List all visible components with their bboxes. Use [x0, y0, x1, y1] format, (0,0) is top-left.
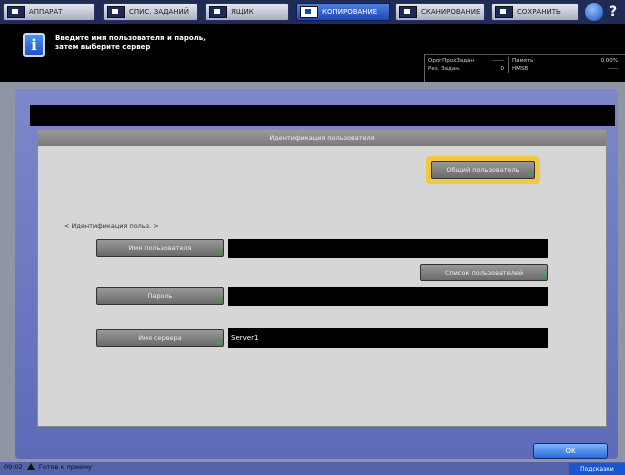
server-name-button[interactable]: Имя сервера: [96, 329, 224, 347]
title-bar: [30, 105, 615, 126]
footer-status: 09:02 Готов к приему: [4, 463, 92, 471]
password-button[interactable]: Пароль: [96, 287, 224, 305]
warning-icon: [26, 463, 35, 470]
memory-value: 0.00%: [600, 58, 618, 64]
status-panel: ОрогПрохЗадан ------ Память 0.00% Рез. З…: [424, 54, 625, 82]
help-icon[interactable]: ?: [609, 3, 621, 21]
message-line-2: затем выберите сервер: [55, 43, 151, 51]
panel-title: Идентификация пользователя: [38, 130, 606, 146]
box-icon: [209, 6, 227, 18]
hints-button[interactable]: Подсказки: [569, 463, 625, 475]
tab-store[interactable]: СОХРАНИТЬ: [491, 3, 579, 21]
tab-job-list[interactable]: СПИС. ЗАДАНИЙ: [103, 3, 198, 21]
globe-icon[interactable]: [585, 3, 603, 21]
machine-icon: [7, 6, 25, 18]
hdd-label: HMSB: [508, 65, 558, 73]
pending-jobs-value: ------: [492, 58, 504, 64]
job-list-icon: [107, 6, 125, 18]
tab-label: КОПИРОВАНИЕ: [322, 8, 378, 16]
copy-icon: [300, 6, 318, 18]
status-footer: [0, 462, 625, 475]
message-line-1: Введите имя пользователя и пароль,: [55, 34, 206, 42]
store-icon: [495, 6, 513, 18]
password-field[interactable]: [228, 287, 548, 306]
tab-label: ЯЩИК: [231, 8, 254, 16]
username-button[interactable]: Имя пользователя: [96, 239, 224, 257]
memory-label: Память: [508, 57, 558, 65]
ready-status: Готов к приему: [38, 463, 92, 471]
server-name-field[interactable]: Server1: [228, 328, 548, 348]
tab-label: СПИС. ЗАДАНИЙ: [129, 8, 189, 16]
tab-label: СОХРАНИТЬ: [517, 8, 561, 16]
status-row-1: ОрогПрохЗадан ------ Память 0.00%: [425, 55, 625, 65]
tab-scan[interactable]: СКАНИРОВАНИЕ: [395, 3, 485, 21]
tab-machine[interactable]: АППАРАТ: [3, 3, 95, 21]
username-field[interactable]: [228, 239, 548, 258]
status-row-2: Рез. Задан. 0 HMSB -----: [425, 65, 625, 73]
info-icon: i: [23, 33, 45, 57]
clock-time: 09:02: [4, 463, 23, 471]
ok-button[interactable]: OK: [533, 443, 608, 459]
reserved-jobs-label: Рез. Задан.: [428, 66, 461, 72]
tab-box[interactable]: ЯЩИК: [205, 3, 289, 21]
tab-copy[interactable]: КОПИРОВАНИЕ: [296, 3, 390, 21]
pending-jobs-label: ОрогПрохЗадан: [428, 58, 474, 64]
instruction-message: Введите имя пользователя и пароль, затем…: [55, 34, 375, 52]
section-label: < Идентификация польз. >: [64, 222, 159, 230]
tab-label: АППАРАТ: [29, 8, 63, 16]
user-list-button[interactable]: Список пользователей: [420, 264, 548, 281]
scan-icon: [399, 6, 417, 18]
reserved-jobs-value: 0: [500, 66, 505, 72]
hdd-value: -----: [608, 66, 618, 72]
common-user-button[interactable]: Общий пользователь: [431, 161, 535, 179]
tab-label: СКАНИРОВАНИЕ: [421, 8, 481, 16]
